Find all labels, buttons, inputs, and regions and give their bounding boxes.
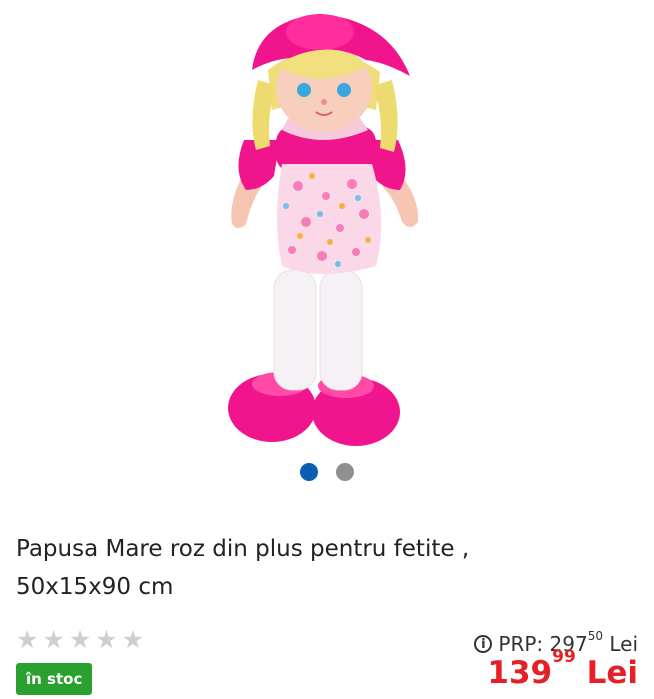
star-icon: ★ — [95, 626, 118, 654]
price-currency: Lei — [586, 655, 638, 691]
carousel-dot-2[interactable] — [336, 463, 354, 481]
product-gallery[interactable] — [0, 0, 654, 500]
product-title-line-2: 50x15x90 cm — [16, 574, 174, 600]
product-image[interactable] — [0, 0, 654, 455]
info-icon[interactable]: i — [474, 635, 493, 653]
star-icon: ★ — [42, 626, 65, 654]
star-icon: ★ — [121, 626, 145, 654]
star-icon: ★ — [68, 626, 92, 654]
product-title: Papusa Mare roz din plus pentru fetite ,… — [16, 530, 616, 606]
price-integer: 139 — [487, 655, 553, 691]
carousel-dot-1[interactable] — [300, 463, 318, 481]
stock-badge: în stoc — [16, 663, 93, 695]
carousel-dots — [0, 463, 654, 481]
star-icon: ★ — [16, 626, 39, 654]
doll-left-leg — [273, 269, 317, 391]
current-price: 13999 Lei — [487, 647, 638, 691]
rating-stars[interactable]: ★ ★ ★ ★ ★ — [16, 628, 144, 653]
price-decimals: 99 — [552, 646, 576, 667]
product-title-line-1: Papusa Mare roz din plus pentru fetite , — [16, 536, 470, 562]
doll-right-leg — [319, 269, 363, 391]
doll-skirt — [277, 164, 382, 274]
